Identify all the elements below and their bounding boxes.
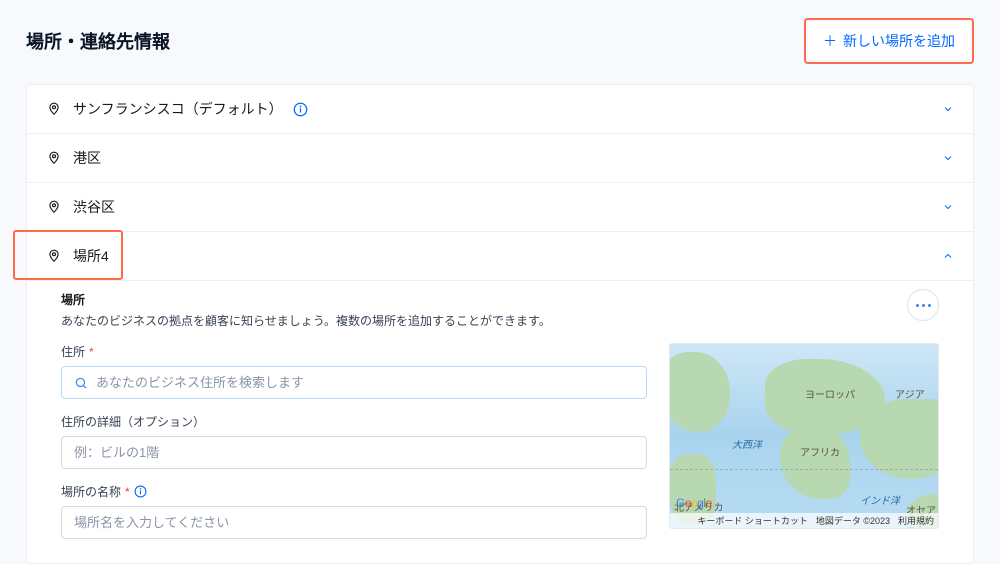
location-name-field-label: 場所の名称 *	[61, 483, 647, 500]
add-button-label: 新しい場所を追加	[843, 31, 955, 51]
pin-icon	[45, 200, 63, 214]
location-name: サンフランシスコ（デフォルト）	[73, 99, 283, 119]
pin-icon	[45, 249, 63, 263]
location-row-expanded[interactable]: 場所4	[27, 232, 973, 280]
add-location-button[interactable]: ＋ 新しい場所を追加	[808, 22, 970, 60]
required-asterisk: *	[89, 345, 94, 359]
more-options-button[interactable]	[907, 289, 939, 321]
google-logo: Google	[676, 496, 712, 510]
chevron-down-icon	[941, 151, 955, 165]
map-preview[interactable]: ヨーロッパ アジア アフリカ 大西洋 北アメリカ インド洋 オセアニア Goog…	[669, 343, 939, 529]
chevron-up-icon	[941, 249, 955, 263]
address-detail-input-wrap[interactable]	[61, 436, 647, 469]
location-row[interactable]: サンフランシスコ（デフォルト）	[27, 85, 973, 134]
chevron-down-icon	[941, 102, 955, 116]
plus-icon: ＋	[823, 34, 837, 48]
address-detail-input[interactable]	[74, 445, 634, 460]
location-name: 場所4	[73, 246, 109, 266]
location-name-input[interactable]	[74, 515, 634, 530]
map-sea-label: 大西洋	[732, 436, 762, 451]
page-title: 場所・連絡先情報	[26, 28, 170, 54]
info-icon[interactable]	[134, 485, 148, 499]
address-input-wrap[interactable]	[61, 366, 647, 399]
map-region-label: ヨーロッパ	[805, 386, 855, 401]
location-name-input-wrap[interactable]	[61, 506, 647, 539]
address-input[interactable]	[96, 375, 634, 390]
map-sea-label: インド洋	[860, 492, 900, 507]
pin-icon	[45, 151, 63, 165]
locations-card: サンフランシスコ（デフォルト） 港区 渋谷区 場所4	[26, 84, 974, 564]
map-data-copyright: 地図データ ©2023	[816, 514, 890, 527]
address-detail-field-label: 住所の詳細（オプション）	[61, 413, 647, 430]
required-asterisk: *	[125, 485, 130, 499]
location-name: 渋谷区	[73, 197, 115, 217]
map-terms-link[interactable]: 利用規約	[898, 514, 934, 527]
map-region-label: アフリカ	[800, 444, 840, 459]
map-region-label: アジア	[895, 386, 925, 401]
address-field-label: 住所 *	[61, 343, 647, 360]
chevron-down-icon	[941, 200, 955, 214]
location-edit-panel: 場所 あなたのビジネスの拠点を顧客に知らせましょう。複数の場所を追加することがで…	[27, 280, 973, 563]
pin-icon	[45, 102, 63, 116]
map-keyboard-shortcuts[interactable]: キーボード ショートカット	[697, 514, 808, 527]
search-icon	[74, 376, 88, 390]
info-icon[interactable]	[293, 101, 309, 117]
panel-subtitle: 場所	[61, 291, 551, 308]
location-row[interactable]: 港区	[27, 134, 973, 183]
add-button-highlight: ＋ 新しい場所を追加	[804, 18, 974, 64]
location-row[interactable]: 渋谷区	[27, 183, 973, 232]
location-name: 港区	[73, 148, 101, 168]
panel-description: あなたのビジネスの拠点を顧客に知らせましょう。複数の場所を追加することができます…	[61, 312, 551, 329]
ellipsis-icon	[916, 304, 931, 307]
